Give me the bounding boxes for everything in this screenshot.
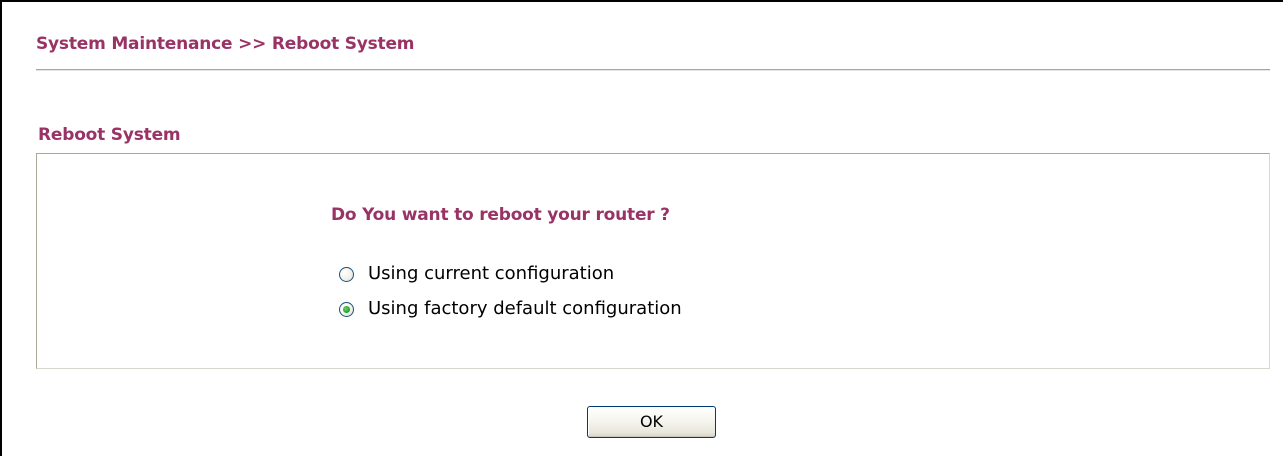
radio-current-config[interactable]: [339, 266, 354, 282]
reboot-panel: Do You want to reboot your router ? Usin…: [36, 153, 1270, 369]
page-frame: System Maintenance >> Reboot System Rebo…: [0, 0, 1283, 456]
option-current-config-label: Using current configuration: [368, 263, 615, 284]
reboot-question: Do You want to reboot your router ?: [331, 205, 670, 225]
breadcrumb: System Maintenance >> Reboot System: [36, 34, 415, 54]
section-title: Reboot System: [38, 125, 181, 145]
option-current-config[interactable]: Using current configuration: [339, 263, 614, 285]
option-factory-default[interactable]: Using factory default configuration: [339, 298, 682, 320]
radio-factory-default[interactable]: [339, 301, 354, 317]
header-divider: [36, 69, 1270, 71]
option-factory-default-label: Using factory default configuration: [368, 298, 682, 319]
ok-button[interactable]: OK: [587, 406, 716, 438]
